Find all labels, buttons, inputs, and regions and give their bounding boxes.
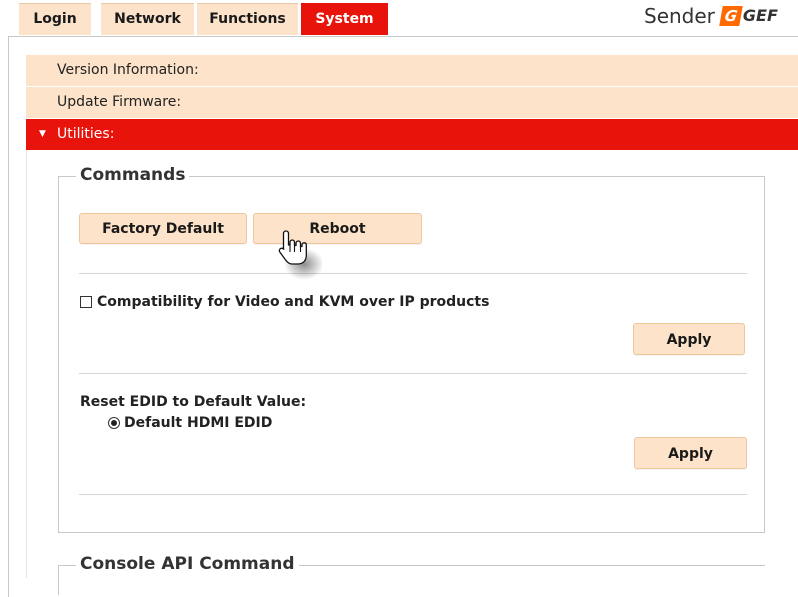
reset-edid-label: Reset EDID to Default Value: (80, 394, 307, 410)
tab-network[interactable]: Network (101, 3, 194, 35)
tab-functions[interactable]: Functions (197, 3, 298, 35)
compatibility-label: Compatibility for Video and KVM over IP … (97, 294, 490, 310)
divider (79, 494, 747, 495)
default-hdmi-edid-label: Default HDMI EDID (124, 415, 273, 431)
gefen-logo-icon: G (719, 6, 743, 26)
logo-text: GEF (742, 6, 778, 25)
apply-edid-button[interactable]: Apply (634, 437, 747, 469)
hand-pointer-icon (278, 230, 322, 280)
compatibility-checkbox[interactable] (80, 296, 92, 308)
triangle-right-icon: ▶ (39, 55, 46, 86)
divider (79, 273, 747, 274)
triangle-down-icon: ▼ (39, 129, 46, 139)
commands-legend: Commands (76, 165, 190, 185)
tab-login[interactable]: Login (19, 3, 91, 35)
default-hdmi-edid-radio[interactable] (108, 417, 120, 429)
tab-bar: Login Network Functions System Sender G GE… (0, 0, 798, 37)
accordion-utilities[interactable]: ▼ Utilities: (26, 119, 798, 150)
apply-compatibility-button[interactable]: Apply (633, 323, 745, 355)
accordion-label: Version Information: (57, 62, 199, 78)
factory-default-button[interactable]: Factory Default (79, 213, 247, 244)
accordion-version-information[interactable]: ▶ Version Information: (26, 55, 798, 86)
accordion-label: Update Firmware: (57, 94, 182, 110)
tab-system[interactable]: System (301, 3, 388, 35)
divider (79, 373, 747, 374)
console-api-legend: Console API Command (76, 554, 299, 574)
triangle-right-icon: ▶ (39, 87, 46, 118)
device-label: Sender (644, 4, 715, 28)
accordion-update-firmware[interactable]: ▶ Update Firmware: (26, 87, 798, 118)
brand: Sender G GEF (644, 4, 778, 28)
accordion-label: Utilities: (57, 126, 115, 142)
